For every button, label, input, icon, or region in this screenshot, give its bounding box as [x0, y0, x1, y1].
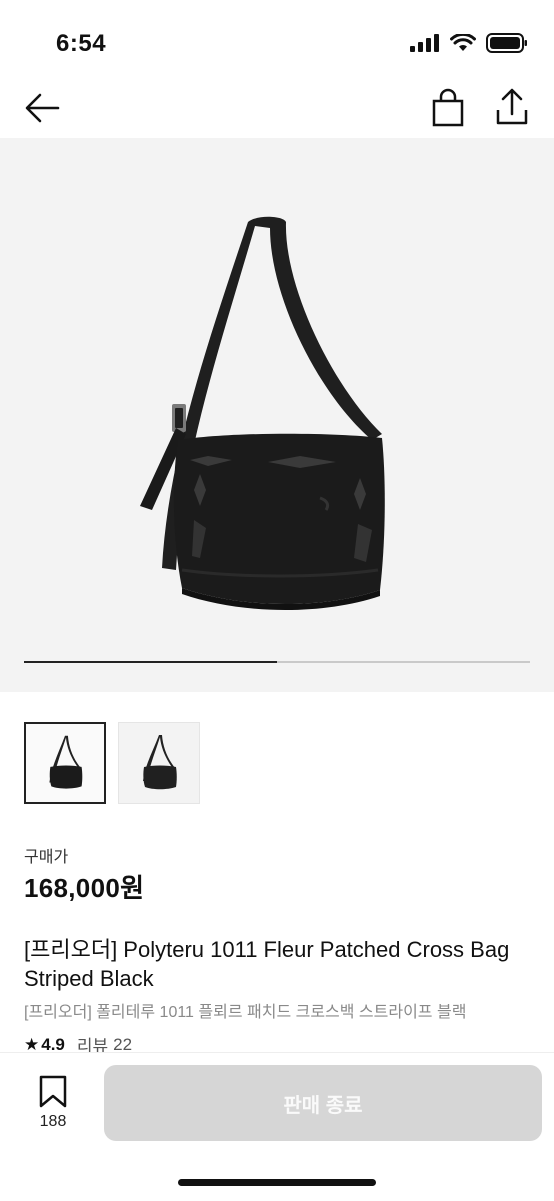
gallery-progress-track: [24, 661, 530, 663]
nav-bar: [0, 80, 554, 136]
thumbnail-1[interactable]: [24, 722, 106, 804]
status-time: 6:54: [56, 30, 107, 57]
product-thumbnail-image: [143, 735, 177, 790]
back-button[interactable]: [22, 88, 62, 128]
share-button[interactable]: [494, 86, 530, 128]
share-icon: [496, 88, 528, 125]
thumbnail-strip: [24, 722, 200, 804]
cellular-signal-icon: [410, 34, 439, 52]
wifi-icon: [450, 34, 476, 51]
arrow-left-icon: [25, 93, 60, 123]
product-image-carousel[interactable]: [0, 138, 554, 692]
product-subtitle: [프리오더] 폴리테루 1011 플뢰르 패치드 크로스백 스트라이프 블랙: [24, 1004, 467, 1021]
home-indicator: [178, 1179, 376, 1186]
gallery-progress-fill: [24, 661, 277, 663]
product-thumbnail-image: [49, 735, 83, 789]
thumbnail-2[interactable]: [118, 722, 200, 804]
price-label: 구매가: [24, 849, 69, 866]
wishlist-count: 188: [39, 1113, 67, 1130]
bottom-action-bar: 188 판매 종료: [0, 1052, 554, 1201]
battery-icon: [486, 33, 527, 53]
wishlist-button[interactable]: 188: [30, 1075, 76, 1131]
shopping-bag-icon: [432, 88, 464, 127]
price-value: 168,000원: [24, 873, 145, 903]
bookmark-icon: [39, 1075, 67, 1108]
status-icons: [410, 33, 528, 53]
product-title: [프리오더] Polyteru 1011 Fleur Patched Cross…: [24, 937, 510, 991]
sold-out-button[interactable]: 판매 종료: [104, 1065, 542, 1141]
cart-button[interactable]: [430, 88, 466, 128]
product-image: [140, 216, 385, 611]
status-bar: 6:54: [0, 0, 554, 88]
